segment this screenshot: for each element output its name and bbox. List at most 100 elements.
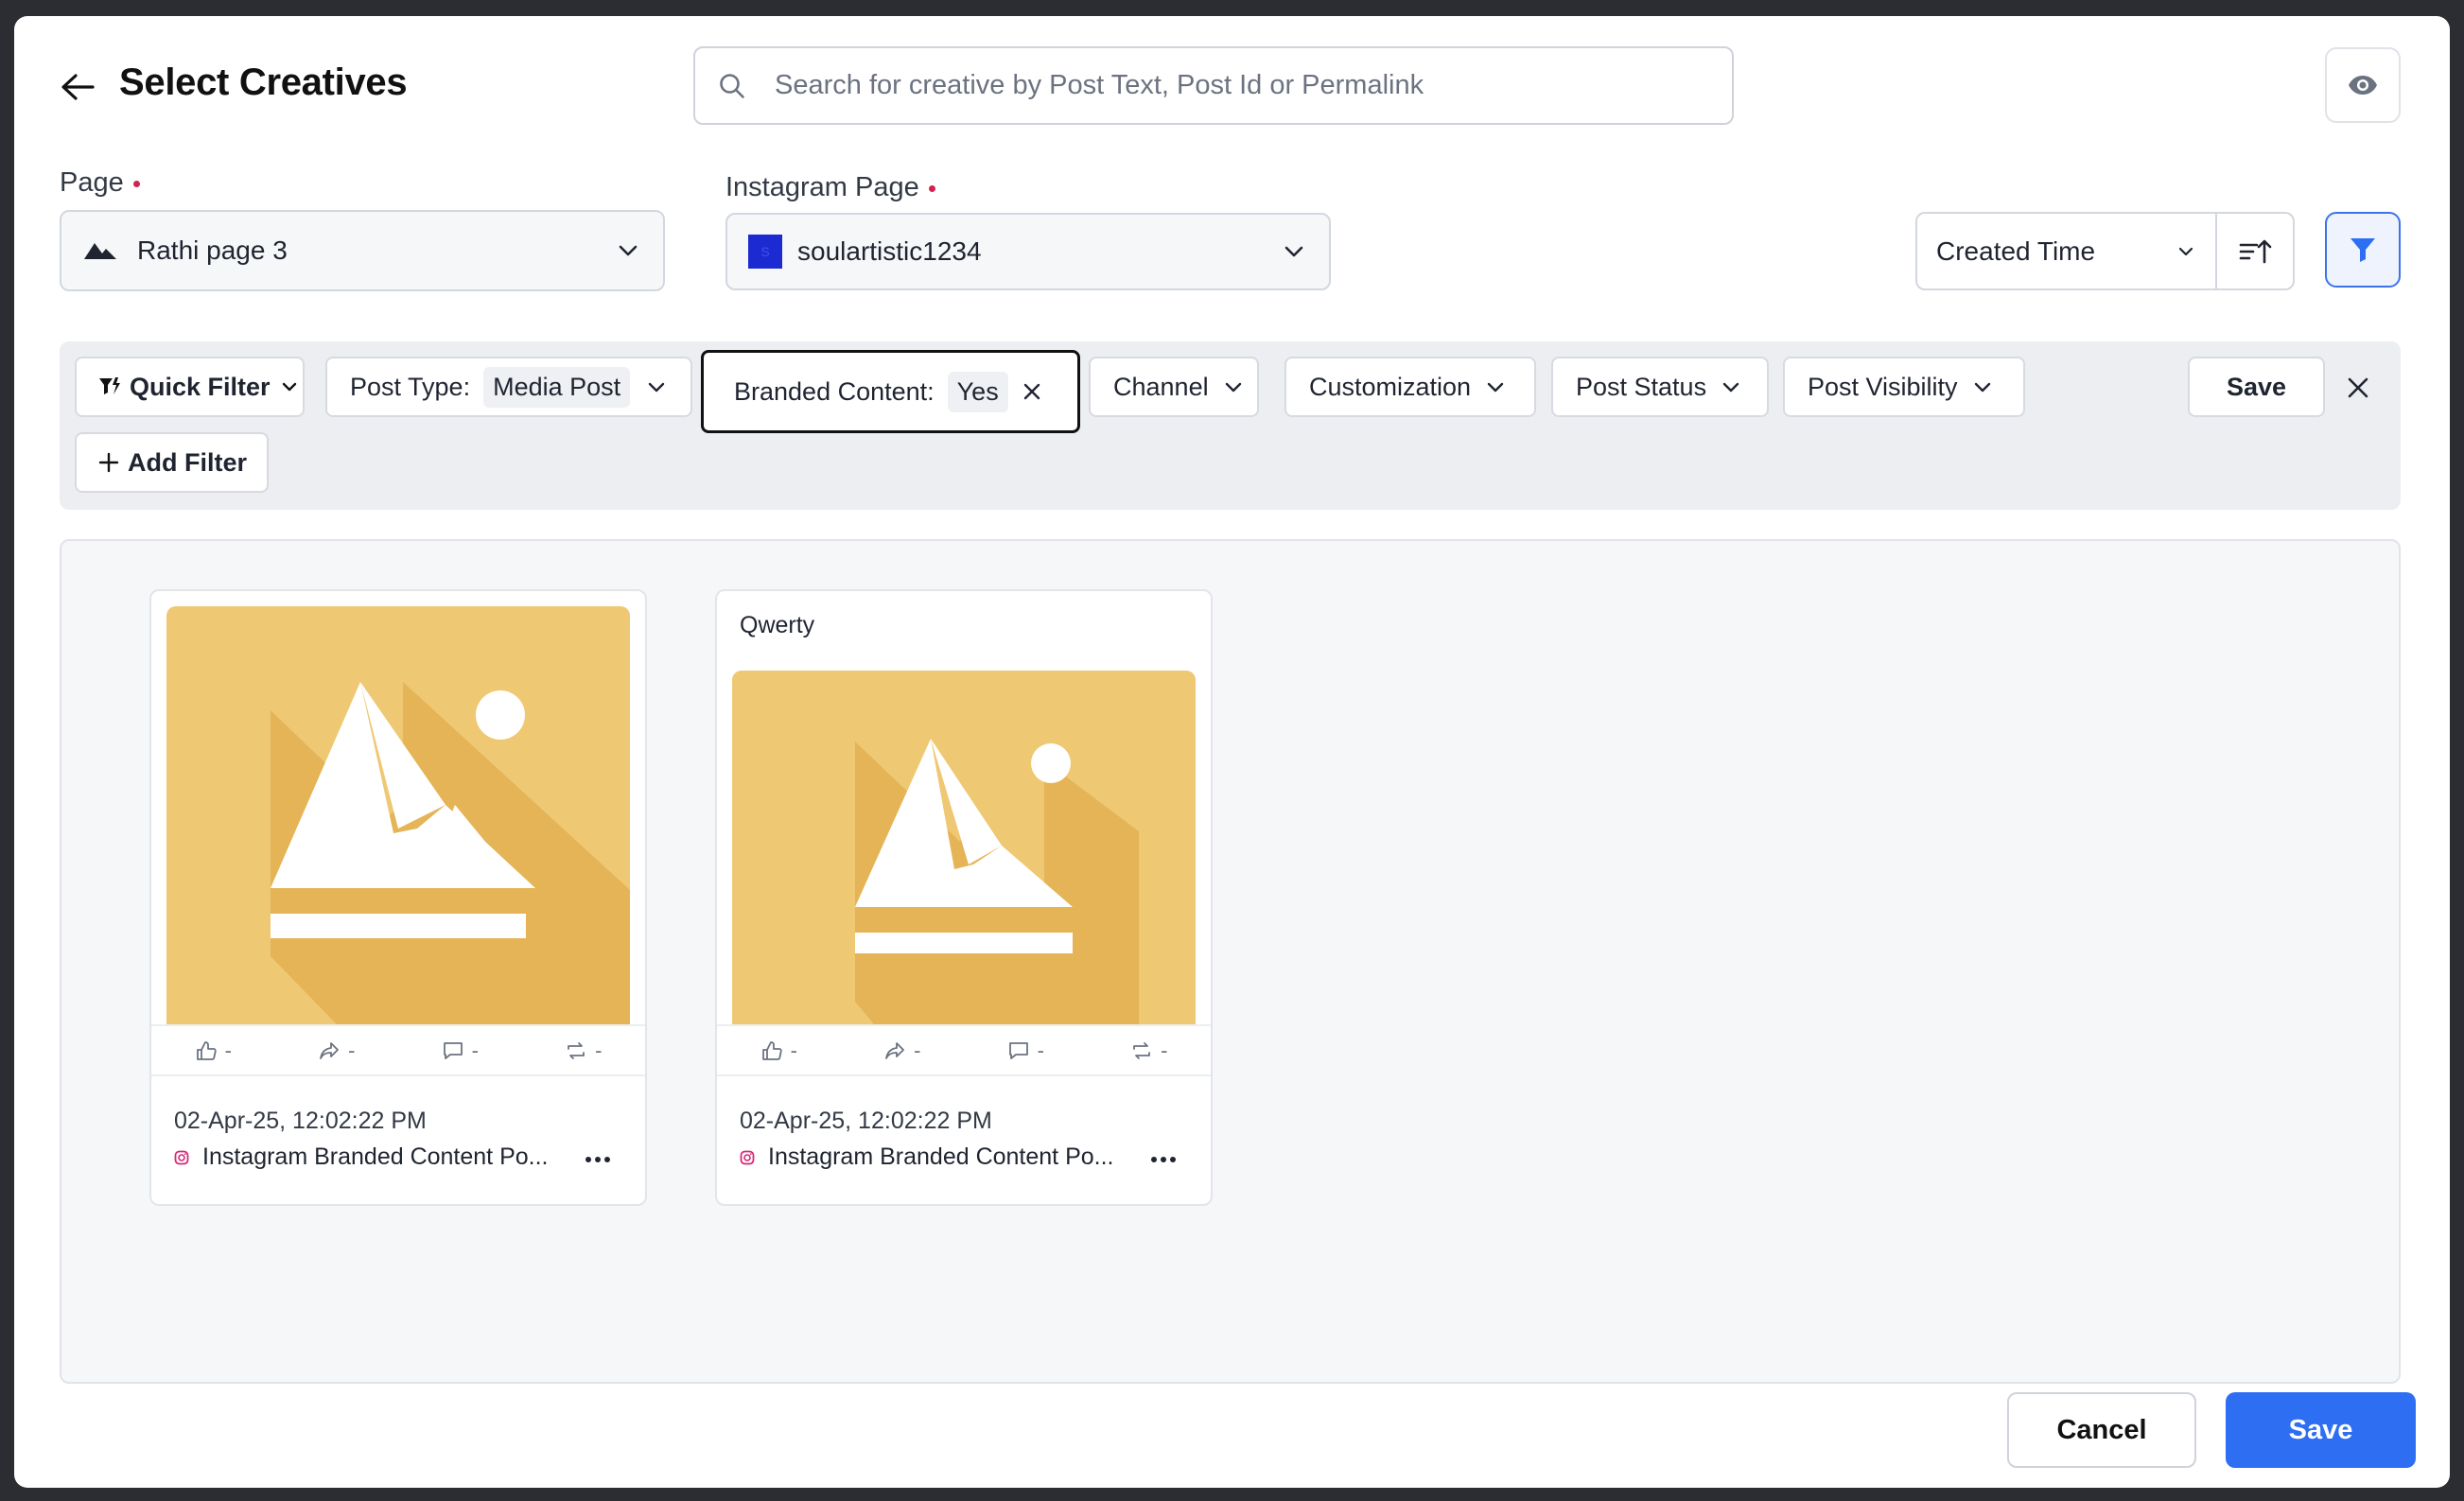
quick-filter-button[interactable]: Quick Filter: [75, 357, 305, 417]
comments-count: -: [1037, 1038, 1044, 1062]
post-type-value: Media Post: [483, 366, 631, 408]
instagram-page-select[interactable]: S soulartistic1234: [725, 213, 1331, 290]
likes-count: -: [224, 1038, 232, 1062]
engagement-stats: - - - -: [717, 1024, 1211, 1076]
comment-icon: [443, 1041, 463, 1059]
comments-stat: -: [398, 1026, 522, 1074]
shares-count: -: [348, 1038, 356, 1062]
add-filter-label: Add Filter: [128, 447, 247, 477]
mountain-icon: [84, 243, 116, 259]
filter-toggle-button[interactable]: [2325, 212, 2401, 288]
shares-stat: -: [841, 1026, 965, 1074]
shares-stat: -: [275, 1026, 399, 1074]
post-type-label: Post Type:: [350, 372, 471, 401]
chevron-down-icon: [2178, 247, 2193, 256]
comments-stat: -: [964, 1026, 1088, 1074]
close-icon: [2348, 377, 2368, 398]
clear-filters-button[interactable]: [2344, 374, 2372, 402]
post-visibility-filter[interactable]: Post Visibility: [1783, 357, 2025, 417]
select-creatives-modal: Select Creatives Page Rathi page 3 Insta…: [14, 16, 2450, 1488]
chevron-down-icon: [619, 245, 638, 256]
branded-content-value: Yes: [947, 371, 1008, 412]
sort-field-select[interactable]: Created Time: [1917, 214, 2217, 288]
channel-filter[interactable]: Channel: [1089, 357, 1259, 417]
required-indicator: [928, 184, 935, 192]
thumbs-up-icon: [761, 1040, 782, 1060]
sort-direction-button[interactable]: [2217, 214, 2293, 288]
customization-filter[interactable]: Customization: [1284, 357, 1536, 417]
channel-label: Channel: [1113, 372, 1209, 401]
sort-ascending-icon: [2239, 239, 2272, 263]
more-horizontal-icon: [585, 1157, 610, 1162]
required-indicator: [132, 180, 140, 187]
search-icon: [720, 73, 744, 98]
save-filters-button[interactable]: Save: [2188, 357, 2325, 417]
page-select-value: Rathi page 3: [137, 236, 288, 265]
close-icon[interactable]: [1022, 381, 1042, 402]
instagram-icon: [174, 1150, 189, 1164]
creative-card[interactable]: - - - - 02-Apr-25, 12:02:22 PM Instagram…: [149, 589, 647, 1206]
backdrop-right: [2450, 0, 2464, 1501]
likes-count: -: [790, 1038, 797, 1062]
more-horizontal-icon: [1151, 1157, 1176, 1162]
quick-filter-icon: [99, 377, 120, 394]
sort-control: Created Time: [1915, 212, 2295, 290]
card-type-label: Instagram Branded Content Po...: [768, 1143, 1114, 1170]
card-type-label: Instagram Branded Content Po...: [202, 1143, 549, 1170]
chevron-down-icon: [282, 382, 296, 392]
back-button[interactable]: [54, 63, 101, 111]
page-field-label: Page: [60, 167, 140, 199]
chevron-down-icon: [1722, 382, 1739, 393]
branded-content-label: Branded Content:: [734, 376, 935, 406]
chevron-down-icon: [648, 382, 665, 393]
card-date: 02-Apr-25, 12:02:22 PM: [740, 1108, 992, 1134]
branded-content-filter[interactable]: Branded Content: Yes: [701, 350, 1080, 433]
page-label-text: Page: [60, 167, 124, 198]
repost-icon: [1133, 1041, 1150, 1059]
funnel-icon: [2350, 238, 2375, 262]
post-status-filter[interactable]: Post Status: [1551, 357, 1769, 417]
creative-card[interactable]: Qwerty - - - - 02-Apr-25, 12:02:22 PM In…: [715, 589, 1213, 1206]
search-input[interactable]: [775, 70, 1702, 101]
preview-toggle-button[interactable]: [2325, 47, 2401, 123]
post-type-filter[interactable]: Post Type: Media Post: [325, 357, 692, 417]
reposts-count: -: [1161, 1038, 1168, 1062]
more-options-button[interactable]: [579, 1145, 617, 1174]
engagement-stats: - - - -: [151, 1024, 645, 1076]
instagram-icon: [740, 1150, 755, 1164]
likes-stat: -: [151, 1026, 275, 1074]
account-avatar: S: [748, 235, 782, 269]
card-type: Instagram Branded Content Po...: [740, 1143, 1114, 1171]
image-placeholder-icon: [271, 682, 630, 1024]
more-options-button[interactable]: [1145, 1145, 1182, 1174]
avatar-letter: S: [760, 244, 770, 259]
card-date: 02-Apr-25, 12:02:22 PM: [174, 1108, 427, 1134]
add-filter-button[interactable]: Add Filter: [75, 432, 269, 493]
share-icon: [885, 1041, 904, 1059]
thumbs-up-icon: [196, 1040, 217, 1060]
image-placeholder-icon: [855, 739, 1139, 1024]
post-status-label: Post Status: [1576, 372, 1707, 401]
creative-thumbnail: [732, 671, 1196, 1024]
card-caption: Qwerty: [740, 612, 815, 638]
cancel-button[interactable]: Cancel: [2007, 1392, 2196, 1468]
sort-field-value: Created Time: [1936, 236, 2096, 266]
instagram-field-label: Instagram Page: [725, 172, 935, 203]
filter-bar: Quick Filter Post Type: Media Post Brand…: [60, 341, 2401, 510]
search-box[interactable]: [693, 46, 1734, 125]
page-title: Select Creatives: [119, 61, 408, 103]
page-select[interactable]: Rathi page 3: [60, 210, 665, 291]
save-filters-label: Save: [2226, 372, 2287, 401]
likes-stat: -: [717, 1026, 841, 1074]
reposts-count: -: [595, 1038, 603, 1062]
chevron-down-icon: [1284, 246, 1303, 257]
eye-icon: [2349, 76, 2377, 95]
chevron-down-icon: [1225, 382, 1241, 393]
plus-icon: [98, 452, 119, 473]
instagram-select-value: soulartistic1234: [797, 236, 982, 266]
save-button[interactable]: Save: [2226, 1392, 2416, 1468]
shares-count: -: [914, 1038, 921, 1062]
reposts-stat: -: [522, 1026, 646, 1074]
chevron-down-icon: [1487, 382, 1504, 393]
quick-filter-label: Quick Filter: [130, 372, 271, 401]
